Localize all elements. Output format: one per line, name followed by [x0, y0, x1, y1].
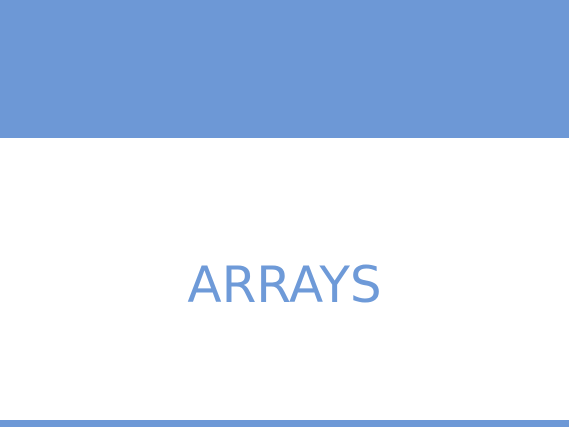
slide: ARRAYS — [0, 0, 569, 427]
footer-band — [0, 420, 569, 427]
header-band — [0, 0, 569, 138]
slide-title: ARRAYS — [187, 256, 382, 314]
